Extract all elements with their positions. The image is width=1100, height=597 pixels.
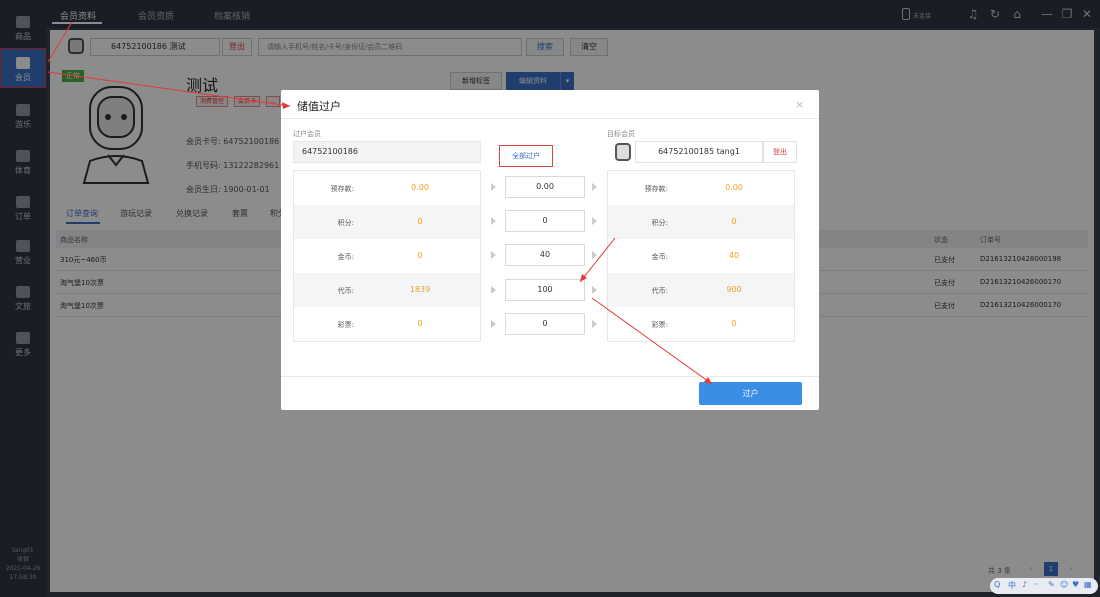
balance-label: 金币: bbox=[651, 253, 668, 261]
to-member-card: 64752100185 tang1 bbox=[635, 141, 763, 163]
transfer-dialog: 储值过户 × 过户会员 目标会员 64752100186 全部过户 647521… bbox=[281, 90, 819, 410]
balance-label: 代币: bbox=[337, 287, 354, 295]
list-item: 积分: 0 bbox=[608, 205, 794, 239]
balance-value: 1839 bbox=[409, 285, 431, 294]
balance-value: 40 bbox=[728, 251, 740, 260]
from-member-card: 64752100186 bbox=[293, 141, 481, 163]
balance-value: 0 bbox=[417, 217, 423, 226]
tray-icon[interactable]: ·· bbox=[1034, 580, 1039, 589]
arrow-right-icon bbox=[592, 251, 597, 259]
balance-label: 积分: bbox=[651, 219, 668, 227]
system-tray: Q 中 ♪ ·· ✎ ☺ ♥ ▦ bbox=[990, 578, 1098, 594]
arrow-right-icon bbox=[592, 320, 597, 328]
to-member-logout-button[interactable]: 登出 bbox=[763, 141, 797, 163]
list-item: 代币: 1839 bbox=[294, 273, 480, 307]
arrow-right-icon bbox=[491, 183, 496, 191]
arrow-right-icon bbox=[491, 286, 496, 294]
list-item: 金币: 40 bbox=[608, 239, 794, 273]
balance-label: 预存款: bbox=[330, 185, 354, 193]
arrow-right-icon bbox=[491, 217, 496, 225]
transfer-amount-input[interactable]: 0.00 bbox=[505, 176, 585, 198]
close-icon[interactable]: × bbox=[795, 98, 804, 111]
balance-value: 0 bbox=[731, 319, 737, 328]
balance-value: 0 bbox=[731, 217, 737, 226]
divider bbox=[281, 376, 819, 377]
from-balance-panel: 预存款: 0.00 积分: 0 金币: 0 代币: 1839 彩票: 0 bbox=[293, 170, 481, 342]
tray-icon[interactable]: ▦ bbox=[1084, 580, 1092, 589]
balance-value: 900 bbox=[726, 285, 742, 294]
arrow-right-icon bbox=[491, 251, 496, 259]
balance-label: 预存款: bbox=[644, 185, 668, 193]
tray-icon[interactable]: Q bbox=[994, 580, 1000, 589]
dialog-title: 储值过户 bbox=[297, 100, 341, 113]
list-item: 彩票: 0 bbox=[608, 307, 794, 341]
tray-icon[interactable]: ✎ bbox=[1048, 580, 1055, 589]
balance-label: 积分: bbox=[337, 219, 354, 227]
divider bbox=[281, 118, 819, 119]
tray-icon[interactable]: ☺ bbox=[1060, 580, 1068, 589]
from-member-label: 过户会员 bbox=[293, 130, 321, 138]
to-balance-panel: 预存款: 0.00 积分: 0 金币: 40 代币: 900 彩票: 0 bbox=[607, 170, 795, 342]
transfer-amount-input[interactable]: 0 bbox=[505, 210, 585, 232]
list-item: 积分: 0 bbox=[294, 205, 480, 239]
transfer-amount-input[interactable]: 100 bbox=[505, 279, 585, 301]
balance-value: 0 bbox=[417, 251, 423, 260]
tray-icon[interactable]: ♪ bbox=[1022, 580, 1027, 589]
transfer-amount-input[interactable]: 40 bbox=[505, 244, 585, 266]
to-member-label: 目标会员 bbox=[607, 130, 635, 138]
transfer-amount-input[interactable]: 0 bbox=[505, 313, 585, 335]
balance-value: 0.00 bbox=[411, 183, 429, 192]
balance-value: 0 bbox=[417, 319, 423, 328]
arrow-right-icon bbox=[592, 183, 597, 191]
list-item: 预存款: 0.00 bbox=[608, 171, 794, 205]
arrow-right-icon bbox=[592, 217, 597, 225]
list-item: 彩票: 0 bbox=[294, 307, 480, 341]
balance-label: 代币: bbox=[651, 287, 668, 295]
balance-label: 金币: bbox=[337, 253, 354, 261]
list-item: 金币: 0 bbox=[294, 239, 480, 273]
avatar bbox=[615, 143, 631, 161]
transfer-submit-button[interactable]: 过户 bbox=[699, 382, 802, 405]
tray-icon[interactable]: 中 bbox=[1008, 580, 1016, 591]
arrow-right-icon bbox=[491, 320, 496, 328]
list-item: 预存款: 0.00 bbox=[294, 171, 480, 205]
list-item: 代币: 900 bbox=[608, 273, 794, 307]
balance-label: 彩票: bbox=[651, 321, 668, 329]
balance-value: 0.00 bbox=[725, 183, 743, 192]
tray-icon[interactable]: ♥ bbox=[1072, 580, 1079, 589]
balance-label: 彩票: bbox=[337, 321, 354, 329]
transfer-all-button[interactable]: 全部过户 bbox=[499, 145, 553, 167]
arrow-right-icon bbox=[592, 286, 597, 294]
